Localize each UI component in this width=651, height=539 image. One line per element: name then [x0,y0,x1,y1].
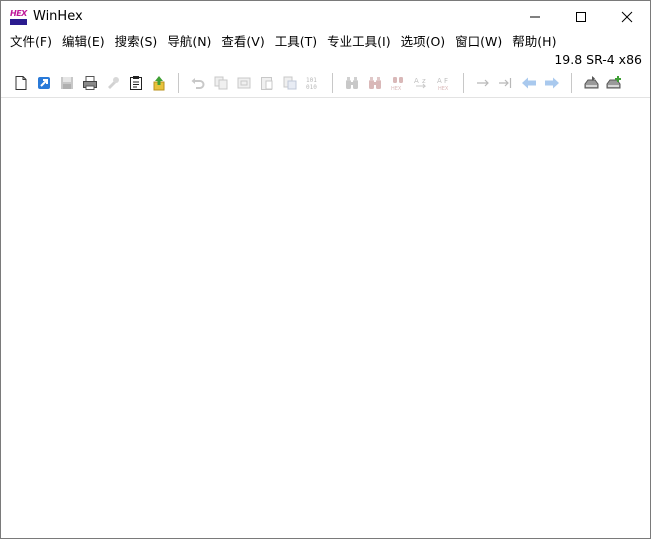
svg-text:A: A [437,77,442,85]
menu-bar: 文件(F) 编辑(E) 搜索(S) 导航(N) 查看(V) 工具(T) 专业工具… [1,32,650,52]
toolbar-separator [332,73,333,93]
menu-specialist-tools[interactable]: 专业工具(I) [322,32,395,52]
find-text-button[interactable] [341,72,363,94]
cut-icon [237,77,251,89]
undo-icon [191,78,205,89]
binary-icon: 101 010 [306,77,317,91]
paste-special-button[interactable] [279,72,301,94]
svg-text:F: F [444,77,448,85]
find-text-icon [346,77,358,89]
undo-button[interactable] [187,72,209,94]
paste-special-icon [283,76,297,90]
copy-button[interactable] [210,72,232,94]
forward-button[interactable] [541,72,563,94]
toolbar-separator [571,73,572,93]
save-icon [61,77,73,89]
toolbar: 101 010 HEX A z A F HEX [1,69,650,98]
minimize-icon [530,16,540,17]
replace-hex-icon: A F HEX [437,77,449,91]
open-disk-button[interactable] [580,72,602,94]
clipboard-button[interactable] [125,72,147,94]
find-hex-icon [369,77,381,89]
replace-hex-button[interactable]: A F HEX [433,72,455,94]
print-icon [83,76,97,90]
properties-button[interactable] [102,72,124,94]
save-button[interactable] [56,72,78,94]
menu-options[interactable]: 选项(O) [396,32,451,52]
svg-text:010: 010 [306,84,317,91]
menu-file[interactable]: 文件(F) [5,32,57,52]
goto-offset-icon [477,79,489,87]
add-disk-icon [606,76,621,89]
app-icon-label: HEX [10,8,27,18]
goto-sector-button[interactable] [495,72,517,94]
new-file-icon [15,76,27,90]
svg-text:HEX: HEX [438,86,449,91]
svg-text:HEX: HEX [391,86,402,91]
back-icon [522,77,536,89]
menu-help[interactable]: 帮助(H) [507,32,561,52]
new-file-button[interactable] [10,72,32,94]
toolbar-separator [178,73,179,93]
window-controls [512,1,650,32]
forward-icon [545,77,559,89]
replace-text-button[interactable]: A z [410,72,432,94]
find-hex-alt-button[interactable]: HEX [387,72,409,94]
minimize-button[interactable] [512,1,558,32]
export-button[interactable] [148,72,170,94]
winhex-window: HEX WinHex 文件(F) 编辑(E) 搜索(S) 导航(N) 查看(V)… [0,0,651,539]
copy-icon [214,76,228,90]
back-button[interactable] [518,72,540,94]
open-icon [38,77,50,89]
menu-view[interactable]: 查看(V) [216,32,269,52]
print-button[interactable] [79,72,101,94]
menu-tools[interactable]: 工具(T) [270,32,322,52]
menu-navigate[interactable]: 导航(N) [162,32,216,52]
menu-window[interactable]: 窗口(W) [450,32,507,52]
winhex-app-icon: HEX [10,9,27,25]
properties-disabled-icon [108,77,119,89]
svg-text:A: A [414,77,419,85]
menu-edit[interactable]: 编辑(E) [57,32,110,52]
svg-text:101: 101 [306,77,317,84]
find-hex-alt-icon: HEX [391,77,403,91]
clipboard-icon [130,76,142,90]
find-hex-button[interactable] [364,72,386,94]
replace-text-icon: A z [414,77,427,89]
paste-button[interactable] [256,72,278,94]
paste-icon [261,77,273,90]
window-title: WinHex [33,9,83,24]
menu-search[interactable]: 搜索(S) [110,32,163,52]
toolbar-separator [463,73,464,93]
maximize-button[interactable] [558,1,604,32]
binary-button[interactable]: 101 010 [302,72,324,94]
title-bar[interactable]: HEX WinHex [1,1,650,32]
close-button[interactable] [604,1,650,32]
close-icon [621,11,633,22]
export-icon [153,76,165,91]
open-button[interactable] [33,72,55,94]
cut-button[interactable] [233,72,255,94]
workspace-area[interactable] [1,99,650,538]
maximize-icon [576,11,586,22]
open-disk-icon [584,76,599,89]
goto-offset-button[interactable] [472,72,494,94]
version-label: 19.8 SR-4 x86 [554,52,642,67]
add-disk-button[interactable] [603,72,625,94]
goto-sector-icon [499,78,512,88]
svg-text:z: z [422,77,426,85]
